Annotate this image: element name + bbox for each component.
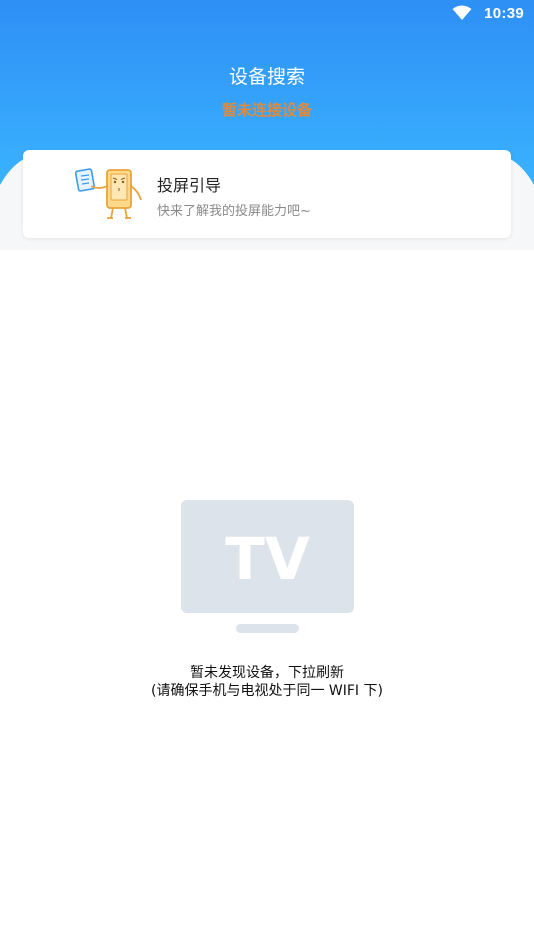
empty-message-line2: (请确保手机与电视处于同一 WIFI 下) [151,683,383,699]
empty-message: 暂未发现设备，下拉刷新 (请确保手机与电视处于同一 WIFI 下) [0,664,534,700]
empty-message-line1: 暂未发现设备，下拉刷新 [190,665,344,681]
device-search-screen: 10:39 设备搜索 暂未连接设备 投屏引导 快来了解我的投屏能力吧~ TV 暂… [0,0,534,949]
connection-status: 暂未连接设备 [221,101,312,119]
cast-guide-mascot-icon [75,168,142,219]
status-bar: 10:39 [0,0,534,30]
cast-guide-description: 快来了解我的投屏能力吧~ [157,204,311,219]
wifi-icon [452,5,472,20]
tv-icon: TV [181,500,354,633]
status-time: 10:39 [484,5,524,22]
cast-guide-card[interactable]: 投屏引导 快来了解我的投屏能力吧~ [23,150,511,238]
cast-guide-title: 投屏引导 [157,176,222,195]
page-title: 设备搜索 [228,66,305,88]
tv-icon-text: TV [225,525,310,593]
